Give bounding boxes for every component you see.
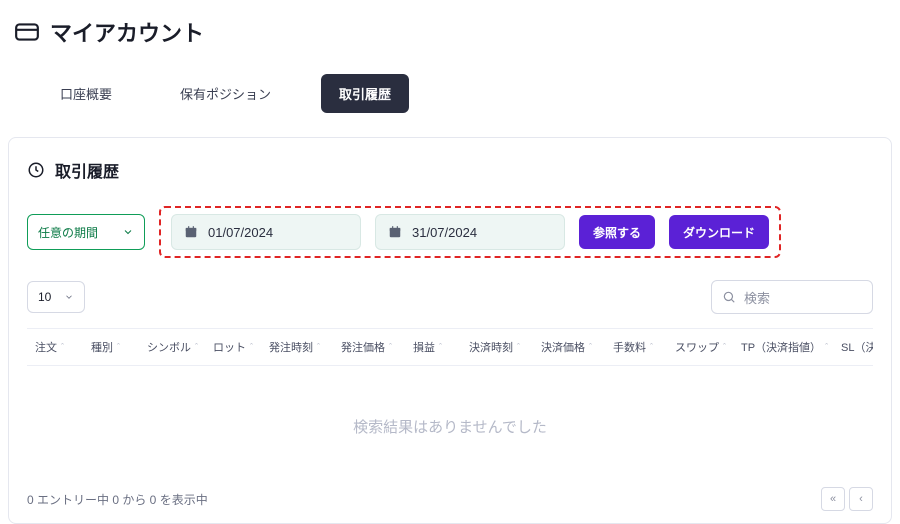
tabs: 口座概要 保有ポジション 取引履歴 [0, 56, 900, 137]
sort-icon: ˆ [825, 342, 828, 352]
th-commission[interactable]: 手数料ˆ [605, 339, 667, 355]
th-lot[interactable]: ロットˆ [205, 339, 261, 355]
sort-icon: ˆ [723, 342, 726, 352]
search-input[interactable]: 検索 [711, 280, 873, 314]
table-header: 注文ˆ 種別ˆ シンボルˆ ロットˆ 発注時刻ˆ 発注価格ˆ 損益ˆ 決済時刻ˆ… [27, 328, 873, 366]
sort-icon: ˆ [117, 342, 120, 352]
th-tp[interactable]: TP（決済指値）ˆ [733, 339, 833, 355]
sort-icon: ˆ [61, 342, 64, 352]
tab-positions[interactable]: 保有ポジション [162, 74, 289, 113]
th-sl[interactable]: SL（決済 [833, 339, 873, 355]
th-symbol[interactable]: シンボルˆ [139, 339, 205, 355]
footer-count: 0 エントリー中 0 から 0 を表示中 [27, 491, 208, 508]
th-swap[interactable]: スワップˆ [667, 339, 733, 355]
query-button[interactable]: 参照する [579, 215, 655, 249]
page-size-select[interactable]: 10 [27, 281, 85, 313]
date-range-highlight: 01/07/2024 31/07/2024 参照する ダウンロード [159, 206, 781, 258]
sort-icon: ˆ [650, 342, 653, 352]
date-from-input[interactable]: 01/07/2024 [171, 214, 361, 250]
table-footer: 0 エントリー中 0 から 0 を表示中 « ‹ [27, 477, 873, 511]
tab-history[interactable]: 取引履歴 [321, 74, 409, 113]
search-placeholder: 検索 [744, 288, 770, 307]
th-close-price[interactable]: 決済価格ˆ [533, 339, 605, 355]
sort-icon: ˆ [389, 342, 392, 352]
period-select[interactable]: 任意の期間 [27, 214, 145, 250]
sort-icon: ˆ [317, 342, 320, 352]
th-order[interactable]: 注文ˆ [27, 339, 83, 355]
calendar-icon [184, 225, 198, 239]
download-button[interactable]: ダウンロード [669, 215, 769, 249]
pager-first[interactable]: « [821, 487, 845, 511]
sort-icon: ˆ [589, 342, 592, 352]
filters-row: 任意の期間 01/07/2024 31/07/2024 参照する ダウンロード [27, 206, 873, 258]
th-pnl[interactable]: 損益ˆ [405, 339, 461, 355]
date-to-value: 31/07/2024 [412, 225, 477, 240]
tab-account-summary[interactable]: 口座概要 [42, 74, 130, 113]
th-close-time[interactable]: 決済時刻ˆ [461, 339, 533, 355]
page-size-value: 10 [38, 290, 51, 304]
history-panel: 取引履歴 任意の期間 01/07/2024 31/07/2024 参照する [8, 137, 892, 524]
sort-icon: ˆ [250, 342, 253, 352]
chevron-down-icon [122, 226, 134, 238]
empty-state: 検索結果はありませんでした [27, 366, 873, 477]
chevron-down-icon [64, 292, 74, 302]
period-select-label: 任意の期間 [38, 224, 98, 241]
sort-icon: ˆ [517, 342, 520, 352]
panel-title: 取引履歴 [55, 158, 119, 182]
table-controls: 10 検索 [27, 280, 873, 314]
clock-icon [27, 161, 45, 179]
panel-header: 取引履歴 [27, 158, 873, 182]
pager: « ‹ [817, 487, 873, 511]
sort-icon: ˆ [195, 342, 198, 352]
th-open-time[interactable]: 発注時刻ˆ [261, 339, 333, 355]
th-open-price[interactable]: 発注価格ˆ [333, 339, 405, 355]
th-type[interactable]: 種別ˆ [83, 339, 139, 355]
date-to-input[interactable]: 31/07/2024 [375, 214, 565, 250]
card-icon [14, 19, 40, 45]
date-from-value: 01/07/2024 [208, 225, 273, 240]
sort-icon: ˆ [439, 342, 442, 352]
page-header: マイアカウント [0, 0, 900, 56]
search-icon [722, 290, 736, 304]
page-title: マイアカウント [50, 16, 204, 48]
pager-prev[interactable]: ‹ [849, 487, 873, 511]
calendar-icon [388, 225, 402, 239]
